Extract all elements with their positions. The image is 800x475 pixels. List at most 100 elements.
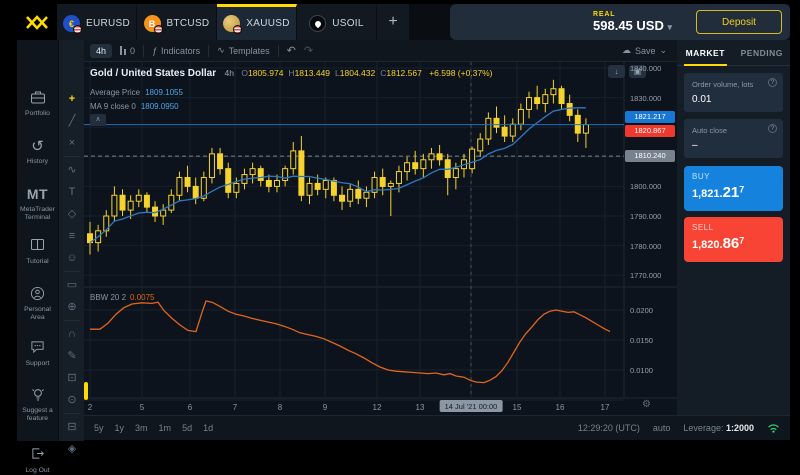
price-chart[interactable]: Gold / United States Dollar 4h O1805.974… [84,62,677,415]
bbw-axis-label: 0.0100 [630,366,653,375]
chart-header: Gold / United States Dollar 4h O1805.974… [90,68,493,79]
sidebar-item-suggest-feature[interactable]: Suggest a feature [17,387,58,423]
timeframe-button[interactable]: 4h [90,44,112,58]
chart-type-button[interactable]: 0 [112,46,143,56]
sidebar-item-portfolio[interactable]: Portfolio [17,90,58,118]
deposit-button[interactable]: Deposit [696,10,782,34]
mt-badge: MT [17,186,58,203]
average-price-row: Average Price1809.1055 [90,88,183,97]
indicators-button[interactable]: ƒ Indicators [144,46,208,56]
sidebar-item-metatrader[interactable]: MT MetaTrader Terminal [17,186,58,222]
fibonacci-icon[interactable]: ≡ [59,227,85,245]
oil-drop-icon [313,20,321,28]
time-axis-label: 9 [323,403,327,412]
cloud-icon: ☁ [622,45,631,56]
chart-toolbar: 4h 0 ƒ Indicators ∿ Templates ↶ ↷ ☁ Save… [84,40,677,62]
text-tool-icon[interactable]: T [59,183,85,201]
function-icon: ƒ [152,46,157,56]
tab-eurusd[interactable]: € EURUSD [57,4,137,40]
sidebar-item-tutorial[interactable]: Tutorial [17,238,58,266]
ruler-icon[interactable]: ▭ [59,276,85,294]
sidebar-item-personal-area[interactable]: Personal Area [17,286,58,322]
price-axis-label: 1800.000 [630,182,661,191]
range-selector: 5y 1y 3m 1m 5d 1d [84,423,213,433]
collapse-indicators-button[interactable]: ∧ [90,114,106,126]
timezone-mode[interactable]: auto [653,423,671,433]
lightbulb-icon [17,387,58,404]
redo-button[interactable]: ↷ [304,44,321,57]
drawing-toolbar: +╱×∿T◇≡☺▭⊕∩✎⊡⊙⊟◈ [58,40,84,441]
brand-logo[interactable] [17,4,57,40]
tab-xauusd[interactable]: XAUUSD [217,4,297,40]
time-axis-label: 15 [513,403,522,412]
tab-label: BTCUSD [167,18,210,29]
change-value: +6.598 (+0.37%) [429,68,492,78]
auto-close-value: – [692,140,775,151]
range-5y[interactable]: 5y [94,423,104,433]
lock-icon[interactable]: ⊡ [59,369,85,387]
ohlc-value: 1805.974 [248,68,283,78]
order-panel: MARKET PENDING Order volume, lots 0.01 ?… [677,40,790,415]
brush-icon[interactable]: ∿ [59,161,85,179]
add-instrument-button[interactable]: + [377,4,409,40]
trend-line-icon[interactable]: ╱ [59,112,85,130]
price-axis-label: 1840.000 [630,64,661,73]
channel-icon[interactable]: × [59,134,85,152]
tab-btcusd[interactable]: B BTCUSD [137,4,217,40]
pattern-icon[interactable]: ◇ [59,205,85,223]
bbw-axis-label: 0.0200 [630,306,653,315]
ohlc-value: 1804.432 [340,68,375,78]
ohlc-value: 1812.567 [386,68,421,78]
magnet-icon[interactable]: ∩ [59,325,85,343]
save-button[interactable]: ☁ Save ⌄ [622,45,677,56]
bbw-axis-label: 0.0150 [630,336,653,345]
sell-button[interactable]: SELL 1,820.867 [684,217,783,262]
eurusd-flag-icon: € [63,15,80,32]
emoji-icon[interactable]: ☺ [59,249,85,267]
tab-usoil[interactable]: USOIL [297,4,377,40]
trash-icon[interactable]: ⊟ [59,418,85,436]
price-tag-sell: 1820.867 [625,125,675,137]
templates-button[interactable]: ∿ Templates [209,45,278,56]
axis-settings-gear-icon[interactable]: ⚙ [642,399,651,410]
account-balance: 598.45 USD [593,18,664,33]
range-5d[interactable]: 5d [182,423,192,433]
layers-icon[interactable]: ◈ [59,440,85,458]
scroll-to-latest-button[interactable]: ↓ [608,65,625,78]
price-axis-label: 1770.000 [630,271,661,280]
topbar: € EURUSD B BTCUSD XAUUSD USOIL [17,4,790,40]
time-axis-label: 8 [278,403,282,412]
person-icon [17,286,58,303]
sell-price: 1,820.867 [692,235,775,252]
briefcase-icon [17,90,58,107]
sidebar: Portfolio ↺ History MT MetaTrader Termin… [17,40,58,441]
sidebar-item-history[interactable]: ↺ History [17,138,58,166]
undo-button[interactable]: ↶ [279,44,304,57]
account-balance-dropdown[interactable]: REAL 598.45 USD ▾ [593,11,672,33]
sidebar-item-support[interactable]: Support [17,340,58,368]
instrument-title: Gold / United States Dollar [90,68,216,79]
scrollbar-handle[interactable] [84,382,88,400]
zoom-tool-icon[interactable]: ⊕ [59,298,85,316]
buy-button[interactable]: BUY 1,821.217 [684,166,783,211]
order-volume-field[interactable]: Order volume, lots 0.01 ? [684,73,783,112]
order-volume-value: 0.01 [692,94,775,105]
ma-value: 1809.0950 [141,102,179,111]
edit-icon[interactable]: ✎ [59,347,85,365]
chat-bubble-icon [17,340,58,357]
auto-close-field[interactable]: Auto close – ? [684,119,783,158]
tab-market[interactable]: MARKET [677,40,734,65]
help-icon[interactable]: ? [768,124,777,133]
range-1y[interactable]: 1y [115,423,125,433]
time-axis-label: 7 [233,403,237,412]
time-axis-label: 2 [88,403,92,412]
eye-icon[interactable]: ⊙ [59,391,85,409]
template-chart-icon: ∿ [217,45,225,56]
tab-pending[interactable]: PENDING [734,40,791,65]
range-1d[interactable]: 1d [203,423,213,433]
crosshair-icon[interactable]: + [59,90,85,108]
range-3m[interactable]: 3m [135,423,148,433]
range-1m[interactable]: 1m [159,423,172,433]
help-icon[interactable]: ? [768,78,777,87]
sidebar-item-logout[interactable]: Log Out [17,447,58,475]
